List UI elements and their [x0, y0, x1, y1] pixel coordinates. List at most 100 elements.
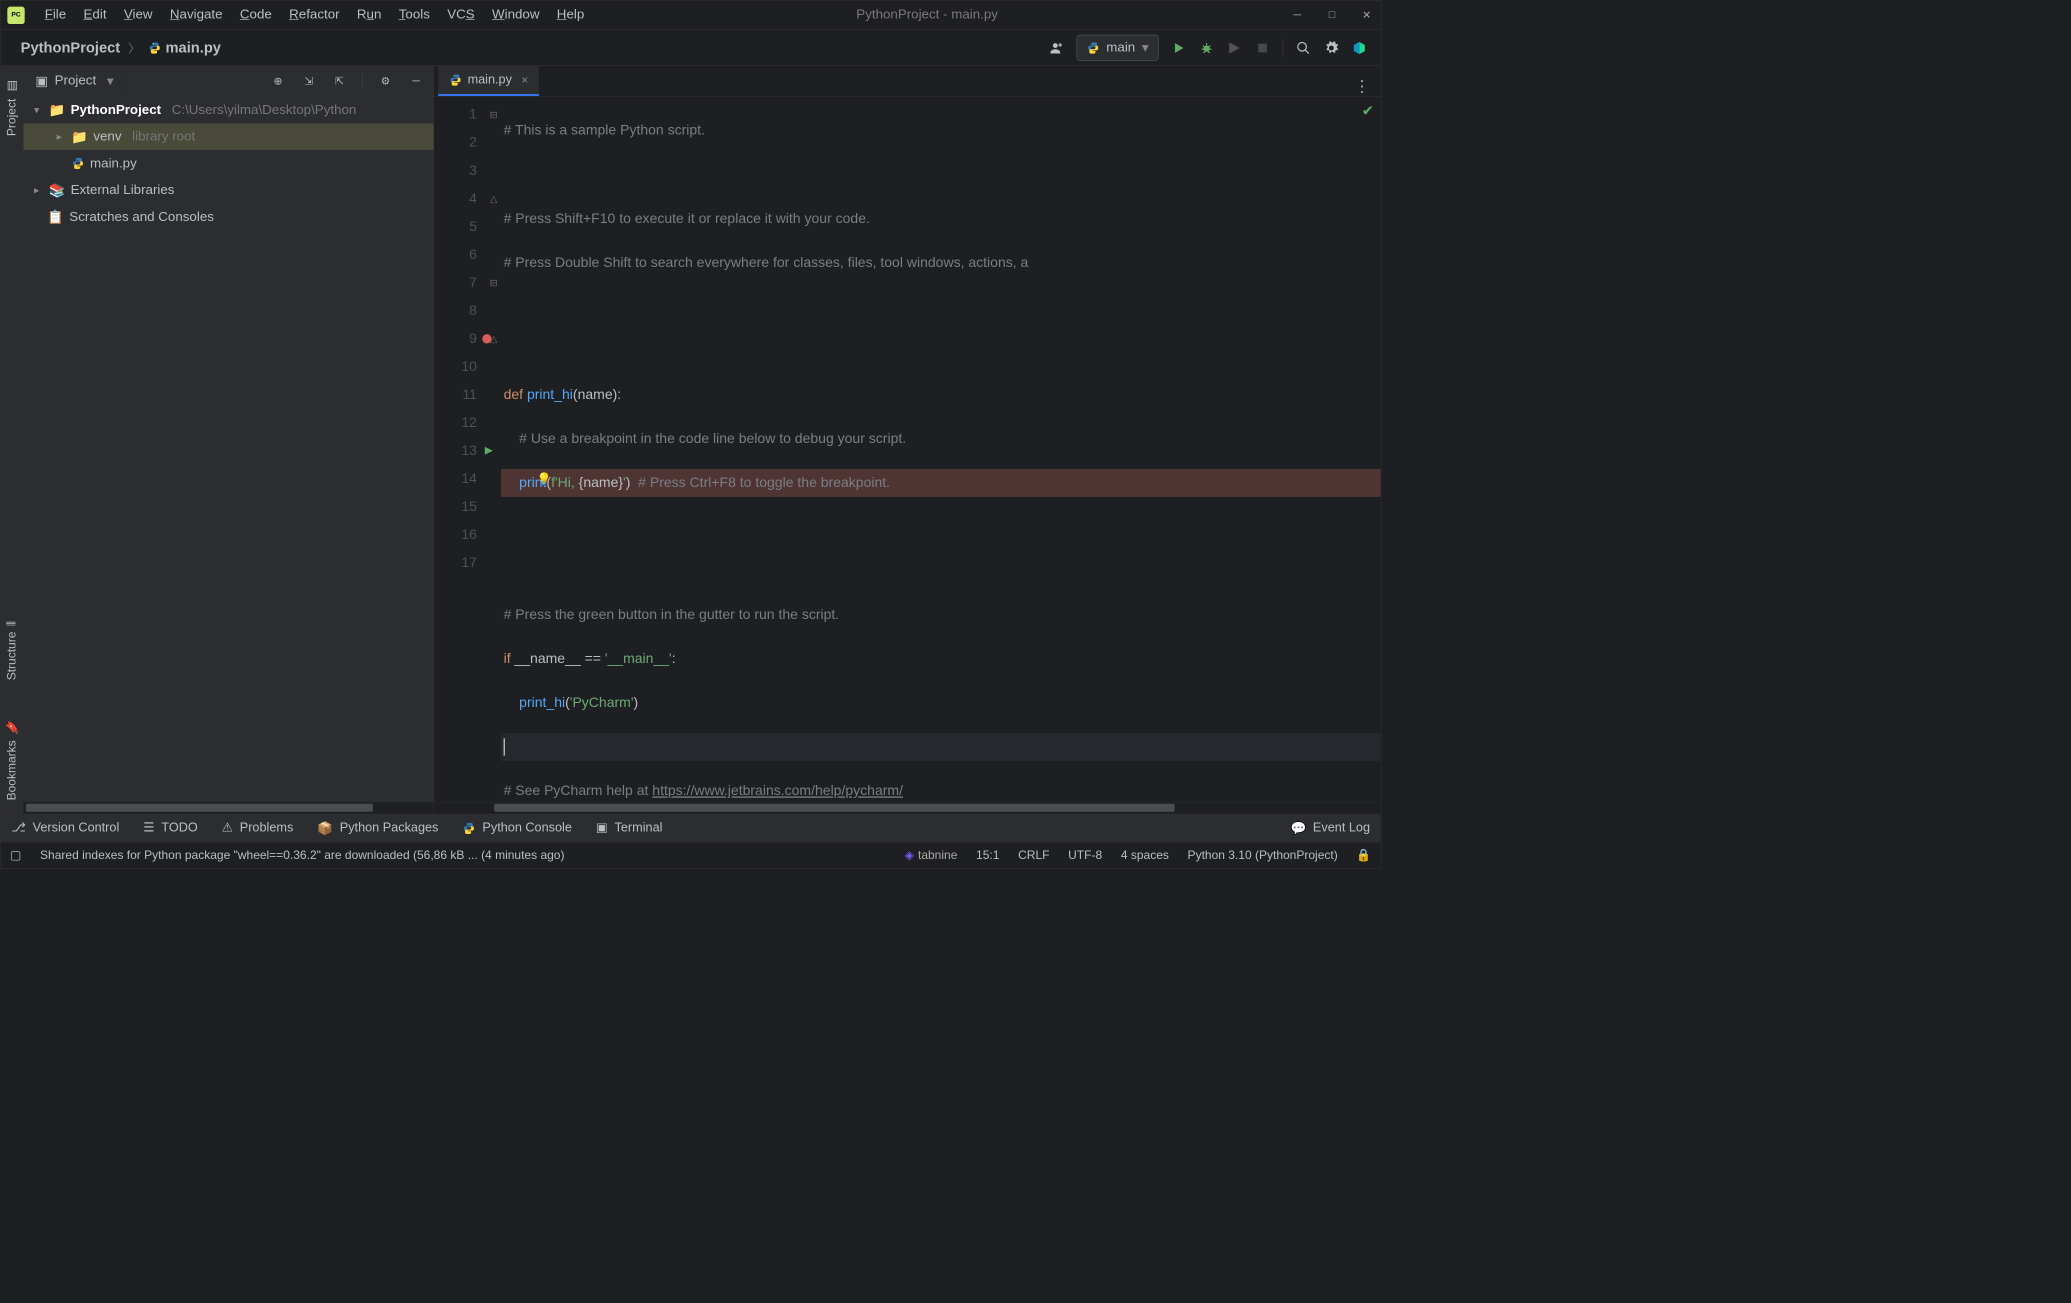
breadcrumb-project[interactable]: PythonProject: [14, 37, 127, 58]
expand-all-icon[interactable]: ⇲: [301, 73, 317, 89]
hide-tool-icon[interactable]: ─: [408, 73, 424, 89]
status-message: Shared indexes for Python package "wheel…: [40, 848, 564, 862]
bottom-tool-bar: ⎇Version Control ☰TODO ⚠Problems 📦Python…: [1, 814, 1381, 842]
tab-options-icon[interactable]: ⋮: [1343, 77, 1380, 96]
tree-scratches[interactable]: 📋 Scratches and Consoles: [23, 203, 433, 230]
branch-icon: ⎇: [11, 820, 26, 835]
menu-help[interactable]: Help: [550, 5, 591, 26]
python-icon: [462, 821, 475, 834]
tabnine-icon: ◈: [905, 848, 914, 862]
editor-tabbar: main.py × ⋮: [434, 66, 1380, 97]
line-gutter[interactable]: 12345678 91011121314151617: [434, 97, 486, 802]
tree-mainpy[interactable]: main.py: [23, 150, 433, 177]
caret-position[interactable]: 15:1: [976, 848, 999, 862]
inspection-status-icon[interactable]: ✔: [1362, 102, 1374, 119]
menu-window[interactable]: Window: [485, 5, 546, 26]
editor-scrollbar[interactable]: [434, 802, 1380, 814]
menu-refactor[interactable]: Refactor: [282, 5, 346, 26]
folder-icon: ▥: [4, 79, 19, 93]
window-minimize-icon[interactable]: ─: [1290, 8, 1305, 23]
chevron-right-icon[interactable]: ▸: [30, 183, 43, 196]
warning-icon: ⚠: [222, 820, 233, 835]
tool-python-console[interactable]: Python Console: [462, 821, 571, 836]
terminal-icon: ▣: [596, 820, 608, 835]
interpreter-widget[interactable]: Python 3.10 (PythonProject): [1188, 848, 1338, 862]
tabnine-widget[interactable]: ◈tabnine: [905, 848, 958, 862]
lock-icon[interactable]: 🔒: [1356, 848, 1371, 862]
menu-run[interactable]: Run: [350, 5, 388, 26]
settings-icon[interactable]: [1323, 40, 1339, 56]
code-body[interactable]: # This is a sample Python script. # Pres…: [501, 97, 1381, 802]
menu-navigate[interactable]: Navigate: [163, 5, 229, 26]
chevron-down-icon: ▾: [1142, 39, 1149, 56]
list-icon: ☰: [143, 820, 154, 835]
collapse-all-icon[interactable]: ⇱: [331, 73, 347, 89]
window-close-icon[interactable]: ✕: [1359, 8, 1374, 23]
tool-project[interactable]: Project ▥: [4, 79, 19, 136]
python-file-icon: [449, 73, 462, 86]
debug-button[interactable]: [1199, 40, 1215, 56]
project-tab[interactable]: ▣ Project ▾: [23, 66, 125, 96]
code-with-me-icon[interactable]: [1351, 40, 1367, 56]
breadcrumb-file-label: main.py: [166, 39, 221, 56]
tool-window-icon[interactable]: ▢: [10, 848, 21, 862]
structure-icon: ⦀: [5, 621, 19, 626]
tool-problems[interactable]: ⚠Problems: [222, 820, 294, 835]
tool-event-log[interactable]: 💬Event Log: [1290, 820, 1370, 836]
status-bar: ▢ Shared indexes for Python package "whe…: [1, 842, 1381, 869]
stop-button[interactable]: [1255, 40, 1271, 56]
scratch-icon: 📋: [47, 208, 64, 225]
tool-bookmarks[interactable]: Bookmarks 🔖: [4, 720, 19, 800]
left-tool-strip: Project ▥ Structure ⦀ Bookmarks 🔖: [1, 66, 24, 814]
editor-tab-mainpy[interactable]: main.py ×: [438, 66, 539, 96]
project-tree[interactable]: ▾ 📁 PythonProject C:\Users\yilma\Desktop…: [23, 97, 433, 802]
close-tab-icon[interactable]: ×: [521, 73, 528, 87]
chevron-down-icon: ▾: [107, 73, 114, 90]
library-icon: 📚: [49, 182, 66, 199]
python-icon: [1086, 41, 1099, 54]
tree-root[interactable]: ▾ 📁 PythonProject C:\Users\yilma\Desktop…: [23, 97, 433, 124]
window-maximize-icon[interactable]: □: [1325, 8, 1340, 23]
chevron-right-icon: 〉: [128, 39, 140, 56]
chevron-right-icon[interactable]: ▸: [53, 130, 66, 143]
menu-bar: PC File Edit View Navigate Code Refactor…: [1, 1, 1381, 30]
sidebar-scrollbar[interactable]: [23, 802, 433, 814]
bookmark-icon: 🔖: [4, 720, 19, 735]
indent-settings[interactable]: 4 spaces: [1121, 848, 1169, 862]
menu-code[interactable]: Code: [233, 5, 278, 26]
select-opened-icon[interactable]: ⊕: [270, 73, 286, 89]
app-logo-icon: PC: [7, 6, 24, 23]
folder-icon: 📁: [71, 128, 88, 145]
tree-venv[interactable]: ▸ 📁 venv library root: [23, 123, 433, 150]
search-everywhere-icon[interactable]: [1295, 40, 1311, 56]
project-sidebar: ▣ Project ▾ ⊕ ⇲ ⇱ ⚙ ─ ▾ 📁 PythonProjec: [23, 66, 434, 814]
run-config-label: main: [1106, 40, 1135, 55]
code-editor[interactable]: ✔ 12345678 91011121314151617 ⊟△⊟△ # This…: [434, 97, 1380, 802]
python-file-icon: [148, 41, 161, 54]
tool-structure[interactable]: Structure ⦀: [5, 621, 19, 680]
tool-terminal[interactable]: ▣Terminal: [596, 820, 663, 835]
run-button[interactable]: [1171, 40, 1187, 56]
tool-version-control[interactable]: ⎇Version Control: [11, 820, 119, 835]
tool-python-packages[interactable]: 📦Python Packages: [317, 820, 438, 836]
folder-icon: ▣: [35, 73, 48, 90]
python-file-icon: [71, 157, 84, 170]
line-separator[interactable]: CRLF: [1018, 848, 1049, 862]
run-config-selector[interactable]: main ▾: [1076, 35, 1158, 61]
menu-vcs[interactable]: VCS: [441, 5, 482, 26]
menu-edit[interactable]: Edit: [77, 5, 113, 26]
menu-tools[interactable]: Tools: [392, 5, 436, 26]
navigation-bar: PythonProject 〉 main.py main ▾: [1, 30, 1381, 66]
tool-todo[interactable]: ☰TODO: [143, 820, 197, 835]
tool-settings-icon[interactable]: ⚙: [378, 73, 394, 89]
add-user-icon[interactable]: [1048, 40, 1064, 56]
chevron-down-icon[interactable]: ▾: [30, 103, 43, 116]
breadcrumb-file[interactable]: main.py: [141, 37, 227, 58]
tab-label: main.py: [468, 73, 512, 88]
coverage-button[interactable]: [1227, 40, 1243, 56]
menu-file[interactable]: File: [38, 5, 73, 26]
menu-view[interactable]: View: [117, 5, 159, 26]
package-icon: 📦: [317, 820, 333, 836]
tree-external-libs[interactable]: ▸ 📚 External Libraries: [23, 177, 433, 204]
file-encoding[interactable]: UTF-8: [1068, 848, 1102, 862]
